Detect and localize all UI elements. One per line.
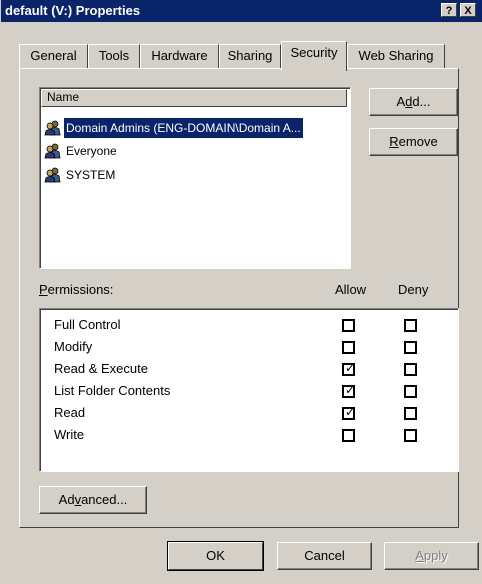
permission-name: Read bbox=[54, 405, 86, 420]
permissions-listbox[interactable]: Full Control Modify Read & Execute ✓ Lis… bbox=[39, 308, 459, 472]
add-button[interactable]: Add... bbox=[369, 88, 458, 116]
tab-security[interactable]: Security bbox=[281, 41, 347, 71]
allow-checkbox-write[interactable] bbox=[342, 429, 355, 442]
remove-button[interactable]: Remove bbox=[369, 128, 458, 156]
tab-hardware[interactable]: Hardware bbox=[140, 44, 219, 68]
deny-column-header: Deny bbox=[398, 282, 429, 297]
checkmark-icon: ✓ bbox=[345, 405, 356, 419]
allow-checkbox-read-execute[interactable]: ✓ bbox=[342, 361, 356, 376]
group-icon bbox=[44, 143, 61, 159]
tab-web-sharing[interactable]: Web Sharing bbox=[347, 44, 445, 68]
tab-general[interactable]: General bbox=[19, 44, 88, 68]
permission-name: Read & Execute bbox=[54, 361, 148, 376]
permission-name: Write bbox=[54, 427, 85, 442]
list-item-label: Domain Admins (ENG-DOMAIN\Domain A... bbox=[64, 118, 303, 138]
permission-name: Modify bbox=[54, 339, 93, 354]
allow-checkbox-list-folder-contents[interactable]: ✓ bbox=[342, 383, 356, 398]
permission-row: Full Control bbox=[54, 314, 120, 336]
close-button[interactable]: X bbox=[460, 3, 476, 17]
deny-checkbox-read-execute[interactable] bbox=[404, 363, 417, 376]
properties-dialog: default (V:) Properties ? X General Tool… bbox=[0, 0, 482, 584]
window-title: default (V:) Properties bbox=[5, 3, 141, 18]
help-button[interactable]: ? bbox=[441, 3, 457, 17]
checkmark-icon: ✓ bbox=[345, 383, 356, 397]
tab-tools[interactable]: Tools bbox=[88, 44, 140, 68]
allow-checkbox-modify[interactable] bbox=[342, 341, 355, 354]
ok-button[interactable]: OK bbox=[167, 541, 264, 571]
permissions-label: Permissions: bbox=[39, 282, 114, 297]
permission-row: Write bbox=[54, 424, 84, 446]
allow-column-header: Allow bbox=[335, 282, 367, 297]
advanced-button[interactable]: Advanced... bbox=[39, 486, 147, 514]
tab-sharing[interactable]: Sharing bbox=[219, 44, 281, 68]
checkmark-icon: ✓ bbox=[345, 361, 356, 375]
names-listbox[interactable]: Name Domain Admins (ENG-DOMAIN\Domain A.… bbox=[39, 87, 351, 269]
permission-row: Read bbox=[54, 402, 85, 424]
permission-name: Full Control bbox=[54, 317, 121, 332]
list-item-label: SYSTEM bbox=[66, 168, 116, 182]
name-column-header[interactable]: Name bbox=[41, 89, 347, 107]
permission-name: List Folder Contents bbox=[54, 383, 171, 398]
permission-row: List Folder Contents bbox=[54, 380, 170, 402]
allow-checkbox-read[interactable]: ✓ bbox=[342, 405, 356, 420]
permission-row: Modify bbox=[54, 336, 92, 358]
list-item-label: Everyone bbox=[66, 144, 117, 158]
deny-checkbox-full-control[interactable] bbox=[404, 319, 417, 332]
group-icon bbox=[44, 120, 61, 136]
apply-button[interactable]: Apply bbox=[384, 542, 479, 570]
deny-checkbox-modify[interactable] bbox=[404, 341, 417, 354]
cancel-button[interactable]: Cancel bbox=[277, 542, 372, 570]
permission-row: Read & Execute bbox=[54, 358, 148, 380]
deny-checkbox-read[interactable] bbox=[404, 407, 417, 420]
title-bar[interactable]: default (V:) Properties ? X bbox=[1, 0, 482, 22]
deny-checkbox-list-folder-contents[interactable] bbox=[404, 385, 417, 398]
deny-checkbox-write[interactable] bbox=[404, 429, 417, 442]
group-icon bbox=[44, 167, 61, 183]
allow-checkbox-full-control[interactable] bbox=[342, 319, 355, 332]
